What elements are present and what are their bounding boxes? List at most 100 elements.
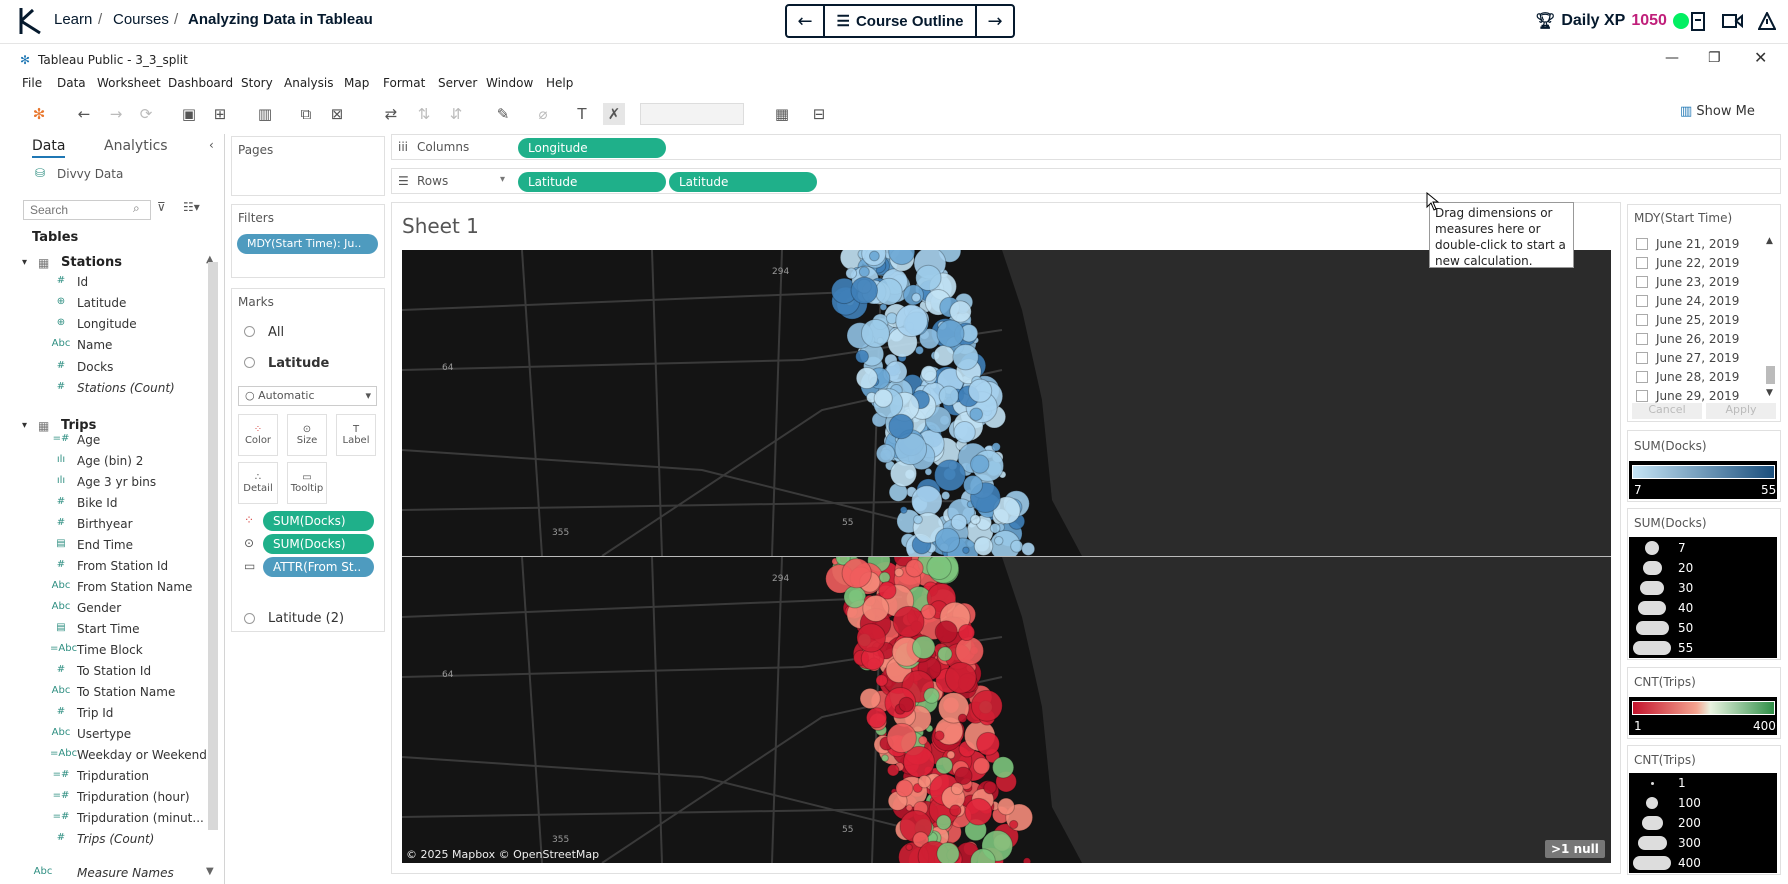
next-button[interactable]: → bbox=[977, 6, 1013, 36]
field-item[interactable]: Trip Id bbox=[77, 706, 113, 720]
menu-server[interactable]: Server bbox=[438, 76, 477, 90]
breadcrumb-courses[interactable]: Courses bbox=[113, 11, 169, 28]
checkbox[interactable] bbox=[1636, 371, 1648, 383]
breadcrumb-learn[interactable]: Learn bbox=[54, 11, 92, 28]
slides-icon[interactable] bbox=[1690, 12, 1706, 32]
labels-icon[interactable]: T bbox=[571, 103, 593, 125]
scroll-down-icon[interactable]: ▼ bbox=[1766, 388, 1773, 398]
menu-map[interactable]: Map bbox=[344, 76, 369, 90]
minimize-button[interactable]: — bbox=[1665, 50, 1679, 66]
detail-button[interactable]: ∴ Detail bbox=[238, 462, 278, 504]
field-item[interactable]: Weekday or Weekend bbox=[77, 748, 207, 762]
map-bottom-trips[interactable]: 294 64 355 55 bbox=[402, 557, 1611, 863]
color-button[interactable]: ⁘ Color bbox=[238, 414, 278, 456]
map-credit[interactable]: © 2025 Mapbox © OpenStreetMap bbox=[406, 848, 599, 861]
view-options-icon[interactable]: ☷▾ bbox=[183, 200, 200, 214]
apply-button[interactable]: Apply bbox=[1706, 403, 1776, 419]
restore-button[interactable]: ❐ bbox=[1708, 50, 1721, 66]
field-item[interactable]: Tripduration bbox=[77, 769, 149, 783]
field-item[interactable]: Gender bbox=[77, 601, 121, 615]
menu-help[interactable]: Help bbox=[546, 76, 573, 90]
field-item[interactable]: Id bbox=[77, 275, 88, 289]
field-item[interactable]: Tripduration (minut... bbox=[77, 811, 204, 825]
checkbox[interactable] bbox=[1636, 314, 1648, 326]
swap-icon[interactable]: ⇄ bbox=[380, 103, 402, 125]
rows-pill-latitude-2[interactable]: Latitude bbox=[669, 172, 817, 192]
field-item[interactable]: From Station Id bbox=[77, 559, 168, 573]
data-pane-scrollbar[interactable] bbox=[208, 262, 218, 830]
menu-window[interactable]: Window bbox=[486, 76, 533, 90]
field-item[interactable]: Tripduration (hour) bbox=[77, 790, 190, 804]
columns-pill-longitude[interactable]: Longitude bbox=[518, 138, 666, 158]
tab-analytics[interactable]: Analytics bbox=[104, 138, 168, 154]
date-option[interactable]: June 24, 2019 bbox=[1636, 294, 1739, 308]
replay-icon[interactable]: ⟳ bbox=[135, 103, 157, 125]
chevron-down-icon[interactable]: ▾ bbox=[22, 420, 27, 431]
mark-pill-color[interactable]: SUM(Docks) bbox=[263, 511, 374, 531]
mark-pill-tooltip[interactable]: ATTR(From St.. bbox=[263, 557, 374, 577]
field-item[interactable]: Age (bin) 2 bbox=[77, 454, 143, 468]
null-indicator[interactable]: >1 null bbox=[1545, 840, 1605, 858]
sort-desc-icon[interactable]: ⇵ bbox=[445, 103, 467, 125]
prev-button[interactable]: ← bbox=[787, 6, 823, 36]
marks-latitude2[interactable]: Latitude (2) bbox=[268, 611, 344, 626]
field-measure-names[interactable]: Measure Names bbox=[77, 866, 174, 880]
rows-pill-latitude-1[interactable]: Latitude bbox=[518, 172, 666, 192]
alert-icon[interactable] bbox=[1758, 12, 1776, 30]
video-icon[interactable] bbox=[1722, 13, 1744, 29]
show-me-button[interactable]: ▥ Show Me bbox=[1680, 104, 1755, 119]
map-top-docks[interactable]: 294 64 355 55 bbox=[402, 250, 1611, 556]
fit-dropdown[interactable] bbox=[640, 103, 744, 125]
field-item[interactable]: Age 3 yr bins bbox=[77, 475, 156, 489]
chevron-down-icon[interactable]: ▾ bbox=[500, 174, 505, 185]
checkbox[interactable] bbox=[1636, 257, 1648, 269]
duplicate-sheet-icon[interactable]: ⧉ bbox=[295, 103, 317, 125]
group-icon[interactable]: ⌀ bbox=[532, 103, 554, 125]
menu-worksheet[interactable]: Worksheet bbox=[97, 76, 161, 90]
present-mode-icon[interactable]: ⊟ bbox=[808, 103, 830, 125]
close-button[interactable]: ✕ bbox=[1754, 48, 1767, 67]
cancel-button[interactable]: Cancel bbox=[1632, 403, 1702, 419]
mark-type-dropdown[interactable]: ○ Automatic ▾ bbox=[238, 386, 377, 406]
filter-icon[interactable]: ⊽ bbox=[157, 200, 166, 214]
course-outline-button[interactable]: ☰ Course Outline bbox=[823, 6, 977, 36]
menu-dashboard[interactable]: Dashboard bbox=[168, 76, 233, 90]
date-option[interactable]: June 26, 2019 bbox=[1636, 332, 1739, 346]
scroll-up-icon[interactable]: ▲ bbox=[1766, 236, 1773, 246]
menu-story[interactable]: Story bbox=[241, 76, 273, 90]
field-item[interactable]: Start Time bbox=[77, 622, 140, 636]
field-item[interactable]: Bike Id bbox=[77, 496, 117, 510]
save-icon[interactable]: ▣ bbox=[178, 103, 200, 125]
clear-sheet-icon[interactable]: ⊠ bbox=[326, 103, 348, 125]
radio-latitude2[interactable] bbox=[244, 613, 255, 624]
menu-analysis[interactable]: Analysis bbox=[284, 76, 333, 90]
scroll-down-icon[interactable]: ▼ bbox=[206, 866, 214, 877]
field-item[interactable]: To Station Name bbox=[77, 685, 175, 699]
menu-data[interactable]: Data bbox=[57, 76, 86, 90]
date-option[interactable]: June 28, 2019 bbox=[1636, 370, 1739, 384]
menu-format[interactable]: Format bbox=[383, 76, 425, 90]
field-item[interactable]: Usertype bbox=[77, 727, 131, 741]
date-option[interactable]: June 25, 2019 bbox=[1636, 313, 1739, 327]
checkbox[interactable] bbox=[1636, 238, 1648, 250]
field-item[interactable]: Birthyear bbox=[77, 517, 133, 531]
checkbox[interactable] bbox=[1636, 352, 1648, 364]
new-worksheet-icon[interactable]: ▥ bbox=[254, 103, 276, 125]
collapse-pane-icon[interactable]: ‹ bbox=[209, 138, 214, 152]
tableau-logo-icon[interactable]: ✻ bbox=[28, 103, 50, 125]
field-item[interactable]: To Station Id bbox=[77, 664, 151, 678]
marks-latitude[interactable]: Latitude bbox=[268, 356, 329, 371]
field-item[interactable]: Latitude bbox=[77, 296, 126, 310]
menu-file[interactable]: File bbox=[22, 76, 42, 90]
field-item[interactable]: Trips (Count) bbox=[77, 832, 154, 846]
checkbox[interactable] bbox=[1636, 390, 1648, 402]
undo-icon[interactable]: ← bbox=[73, 103, 95, 125]
redo-icon[interactable]: → bbox=[105, 103, 127, 125]
chevron-down-icon[interactable]: ▾ bbox=[22, 257, 27, 268]
field-item[interactable]: End Time bbox=[77, 538, 133, 552]
checkbox[interactable] bbox=[1636, 295, 1648, 307]
table-stations[interactable]: Stations bbox=[61, 255, 122, 270]
mark-pill-size[interactable]: SUM(Docks) bbox=[263, 534, 374, 554]
checkbox[interactable] bbox=[1636, 333, 1648, 345]
field-item[interactable]: Age bbox=[77, 433, 100, 447]
